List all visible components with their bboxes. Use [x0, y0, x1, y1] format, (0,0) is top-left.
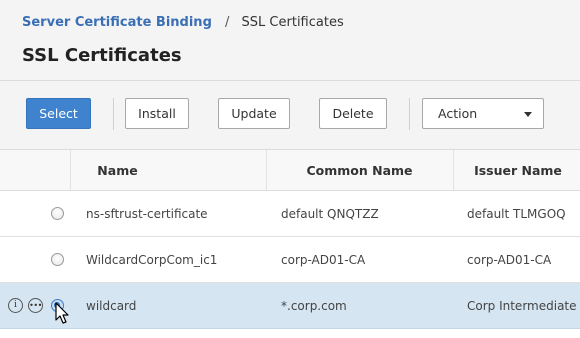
page-title: SSL Certificates [22, 45, 182, 66]
row-radio[interactable] [51, 207, 64, 220]
cell-name: ns-sftrust-certificate [86, 207, 208, 221]
breadcrumb: Server Certificate Binding / SSL Certifi… [22, 15, 344, 30]
toolbar-divider [113, 98, 114, 130]
cell-name: WildcardCorpCom_ic1 [86, 253, 218, 267]
table-row[interactable]: ns-sftrust-certificate default QNQTZZ de… [0, 191, 580, 237]
action-dropdown-label: Action [438, 106, 478, 121]
cell-issuer-name: corp-AD01-CA [467, 253, 552, 267]
cell-common-name: corp-AD01-CA [281, 253, 366, 267]
mouse-pointer-icon [55, 302, 69, 324]
select-button[interactable]: Select [26, 98, 91, 129]
row-radio[interactable] [51, 253, 64, 266]
delete-button[interactable]: Delete [319, 98, 387, 129]
cell-issuer-name: Corp Intermediate [467, 299, 577, 313]
chevron-down-icon [524, 112, 532, 117]
cell-common-name: *.corp.com [281, 299, 347, 313]
install-button[interactable]: Install [125, 98, 189, 129]
info-icon[interactable]: i [8, 298, 23, 313]
table-row-selected[interactable]: i ••• wildcard *.corp.com Corp Intermedi… [0, 283, 580, 329]
breadcrumb-current: SSL Certificates [241, 15, 344, 30]
cell-issuer-name: default TLMGOQ [467, 207, 566, 221]
toolbar-divider [409, 98, 410, 130]
column-header-issuer-name[interactable]: Issuer Name [453, 150, 580, 190]
cell-common-name: default QNQTZZ [281, 207, 379, 221]
breadcrumb-separator: / [225, 15, 230, 30]
action-dropdown[interactable]: Action [422, 98, 544, 129]
column-header-common-name[interactable]: Common Name [266, 150, 453, 190]
table-row[interactable]: WildcardCorpCom_ic1 corp-AD01-CA corp-AD… [0, 237, 580, 283]
title-divider [0, 80, 580, 81]
update-button[interactable]: Update [218, 98, 290, 129]
cell-name: wildcard [86, 299, 137, 313]
breadcrumb-link-server-certificate-binding[interactable]: Server Certificate Binding [22, 15, 212, 30]
table-header: Name Common Name Issuer Name [0, 149, 580, 191]
more-icon[interactable]: ••• [28, 298, 43, 313]
certificates-table: Name Common Name Issuer Name ns-sftrust-… [0, 149, 580, 329]
column-header-name[interactable]: Name [70, 150, 165, 190]
header-area: Server Certificate Binding / SSL Certifi… [0, 0, 580, 149]
